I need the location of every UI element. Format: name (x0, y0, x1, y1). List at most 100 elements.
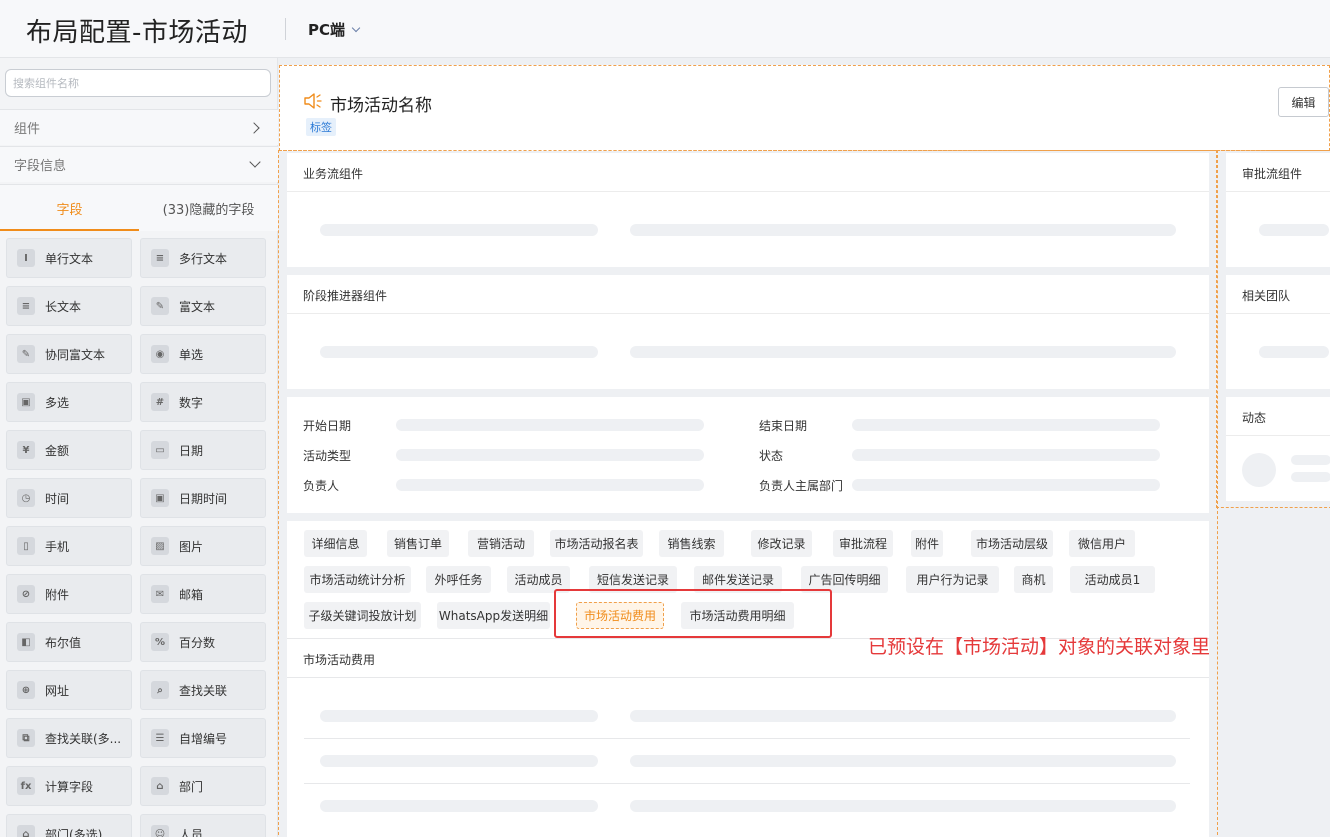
field-type-label: 单行文本 (45, 251, 94, 266)
field-type-item[interactable]: ◧ 布尔值 (6, 622, 132, 662)
stage-advancer-card[interactable]: 阶段推进器组件 (287, 275, 1209, 389)
field-type-item[interactable]: ▣ 多选 (6, 382, 132, 422)
field-type-label: 富文本 (179, 299, 216, 314)
related-tab-chip[interactable]: 市场活动层级 (971, 530, 1053, 557)
related-tab-chip[interactable]: 外呼任务 (426, 566, 491, 593)
field-type-item[interactable]: ☺ 人员 (140, 814, 266, 837)
tab-fields[interactable]: 字段 (0, 185, 139, 231)
header-divider (285, 18, 286, 40)
field-type-item[interactable]: % 百分数 (140, 622, 266, 662)
field-type-item[interactable]: ✉ 邮箱 (140, 574, 266, 614)
field-type-icon: ▣ (151, 489, 169, 507)
skeleton-bar (1259, 224, 1329, 236)
related-tab-chip[interactable]: 子级关键词投放计划 (304, 602, 421, 629)
related-tab-chip[interactable]: 用户行为记录 (906, 566, 999, 593)
field-type-item[interactable]: ☰ 自增编号 (140, 718, 266, 758)
field-type-item[interactable]: ▯ 手机 (6, 526, 132, 566)
skeleton-bar (630, 346, 1176, 358)
card-divider (287, 313, 1209, 314)
activity-name: 市场活动名称 (330, 96, 432, 116)
card-divider (287, 191, 1209, 192)
field-type-icon: ◷ (17, 489, 35, 507)
related-tab-chip[interactable]: 活动成员1 (1070, 566, 1155, 593)
related-tab-chip[interactable]: 附件 (911, 530, 943, 557)
platform-label: PC端 (308, 21, 346, 39)
skeleton-bar (852, 419, 1160, 431)
components-section[interactable]: 组件 (0, 109, 278, 145)
related-tab-chip[interactable]: 详细信息 (304, 530, 367, 557)
basic-info-card[interactable]: 开始日期 结束日期 活动类型 状态 负责人 负责人主属部门 (287, 397, 1209, 513)
field-type-label: 查找关联 (179, 683, 228, 698)
field-type-label: 部门 (179, 779, 204, 794)
related-tab-chip[interactable]: 审批流程 (833, 530, 893, 557)
field-type-item[interactable]: ✎ 协同富文本 (6, 334, 132, 374)
field-type-item[interactable]: ¥ 金额 (6, 430, 132, 470)
card-title: 业务流组件 (303, 167, 364, 181)
field-type-item[interactable]: ▭ 日期 (140, 430, 266, 470)
skeleton-bar (852, 449, 1160, 461)
title-block[interactable]: 市场活动名称 标签 编辑 (279, 65, 1330, 151)
speaker-icon (304, 93, 322, 109)
field-type-item[interactable]: ▨ 图片 (140, 526, 266, 566)
related-team-card[interactable]: 相关团队 (1226, 275, 1330, 389)
field-type-item[interactable]: ⊕ 网址 (6, 670, 132, 710)
related-tab-chip[interactable]: 营销活动 (468, 530, 534, 557)
field-type-icon: ≡ (151, 249, 169, 267)
related-tab-chip[interactable]: 市场活动报名表 (550, 530, 643, 557)
field-type-item[interactable]: ▣ 日期时间 (140, 478, 266, 518)
field-type-item[interactable]: ⌕ 查找关联 (140, 670, 266, 710)
related-tab-chip[interactable]: WhatsApp发送明细 (437, 602, 550, 629)
field-type-icon: ≡ (17, 297, 35, 315)
annotation-text: 已预设在【市场活动】对象的关联对象里 (868, 636, 1211, 658)
field-type-icon: ✎ (17, 345, 35, 363)
main-layout-area: 业务流组件 阶段推进器组件 开始日期 结束日期 活动类型 状态 负责人 负责人主… (278, 150, 1218, 837)
card-title: 审批流组件 (1242, 167, 1303, 181)
related-objects-card[interactable]: 详细信息 销售订单 营销活动 市场活动报名表 销售线索 修改记录 审批流程 附件 市场活动层级微… (287, 521, 1209, 837)
tab-hidden-fields[interactable]: (33)隐藏的字段 (139, 185, 278, 231)
field-type-icon: ⊕ (17, 681, 35, 699)
field-info-section[interactable]: 字段信息 (0, 146, 278, 182)
field-type-item[interactable]: # 数字 (140, 382, 266, 422)
skeleton-bar (630, 224, 1176, 236)
info-label: 状态 (759, 449, 784, 463)
related-tab-chip[interactable]: 销售线索 (659, 530, 724, 557)
field-type-item[interactable]: ⌂ 部门(多选) (6, 814, 132, 837)
edit-button[interactable]: 编辑 (1278, 87, 1329, 117)
field-type-item[interactable]: ⧉ 查找关联(多... (6, 718, 132, 758)
field-type-icon: ⧉ (17, 729, 35, 747)
field-type-item[interactable]: ≡ 多行文本 (140, 238, 266, 278)
field-type-icon: % (151, 633, 169, 651)
field-type-item[interactable]: ⌂ 部门 (140, 766, 266, 806)
field-type-item[interactable]: ◷ 时间 (6, 478, 132, 518)
approval-flow-card[interactable]: 审批流组件 (1226, 153, 1330, 267)
field-type-label: 协同富文本 (45, 347, 106, 362)
chevron-down-icon (351, 23, 361, 32)
related-tab-chip[interactable]: 修改记录 (751, 530, 812, 557)
related-tab-chip[interactable]: 微信用户 (1069, 530, 1135, 557)
platform-select[interactable]: PC端 (308, 19, 361, 40)
field-type-item[interactable]: ✎ 富文本 (140, 286, 266, 326)
card-title: 阶段推进器组件 (303, 289, 388, 303)
detail-title: 市场活动费用 (303, 653, 376, 667)
search-input[interactable] (5, 69, 271, 97)
field-type-item[interactable]: I 单行文本 (6, 238, 132, 278)
field-type-label: 日期 (179, 443, 204, 458)
components-label: 组件 (14, 122, 41, 137)
field-type-label: 自增编号 (179, 731, 228, 746)
field-type-item[interactable]: ⊘ 附件 (6, 574, 132, 614)
field-type-icon: ⌕ (151, 681, 169, 699)
related-tab-chip[interactable]: 市场活动统计分析 (304, 566, 411, 593)
field-type-label: 查找关联(多... (45, 731, 122, 746)
field-type-label: 日期时间 (179, 491, 228, 506)
top-header: 布局配置-市场活动 PC端 (0, 0, 1330, 58)
related-tab-chip[interactable]: 销售订单 (387, 530, 449, 557)
field-type-item[interactable]: ≡ 长文本 (6, 286, 132, 326)
field-type-item[interactable]: ◉ 单选 (140, 334, 266, 374)
business-flow-card[interactable]: 业务流组件 (287, 153, 1209, 267)
field-type-item[interactable]: fx 计算字段 (6, 766, 132, 806)
skeleton-bar (852, 479, 1160, 491)
highlight-box (554, 589, 832, 638)
related-tab-chip[interactable]: 商机 (1014, 566, 1053, 593)
dynamics-card[interactable]: 动态 (1226, 397, 1330, 501)
field-type-label: 附件 (45, 587, 70, 602)
